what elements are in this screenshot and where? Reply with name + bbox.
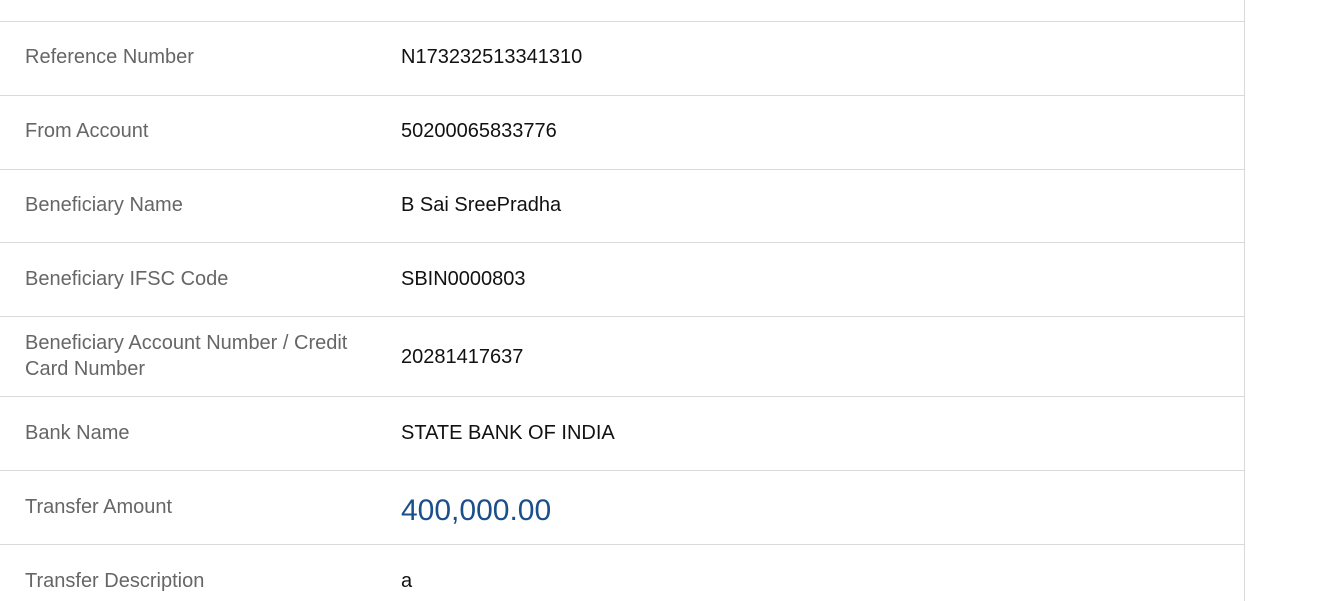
transfer-amount-value: 400,000.00 [401,494,552,527]
from-account-label: From Account [25,120,149,142]
beneficiary-name-label: Beneficiary Name [25,194,183,216]
beneficiary-ifsc-value: SBIN0000803 [401,268,526,290]
reference-number-label: Reference Number [25,46,194,68]
beneficiary-ifsc-label: Beneficiary IFSC Code [25,268,229,290]
beneficiary-account-label: Beneficiary Account Number / Credit Card… [25,332,348,380]
beneficiary-name-value: B Sai SreePradha [401,194,562,216]
reference-number-value: N173232513341310 [401,46,583,68]
details-table: Reference Number N173232513341310 From A… [0,22,1244,601]
detail-row-beneficiary-ifsc: Beneficiary IFSC Code SBIN0000803 [0,243,1244,317]
from-account-value: 50200065833776 [401,120,557,142]
detail-row-beneficiary-account: Beneficiary Account Number / Credit Card… [0,317,1244,397]
detail-row-beneficiary-name: Beneficiary Name B Sai SreePradha [0,170,1244,243]
detail-row-reference-number: Reference Number N173232513341310 [0,22,1244,96]
bank-name-label: Bank Name [25,422,130,444]
transfer-description-value: a [401,570,413,592]
bank-name-value: STATE BANK OF INDIA [401,422,615,444]
detail-row-from-account: From Account 50200065833776 [0,96,1244,170]
transfer-amount-label: Transfer Amount [25,496,173,518]
detail-row-transfer-description: Transfer Description a [0,545,1244,601]
transfer-description-label: Transfer Description [25,570,205,592]
detail-row-transfer-amount: Transfer Amount 400,000.00 [0,471,1244,545]
transfer-details-panel: Reference Number N173232513341310 From A… [0,0,1245,601]
detail-row-bank-name: Bank Name STATE BANK OF INDIA [0,397,1244,471]
beneficiary-account-value: 20281417637 [401,346,524,368]
